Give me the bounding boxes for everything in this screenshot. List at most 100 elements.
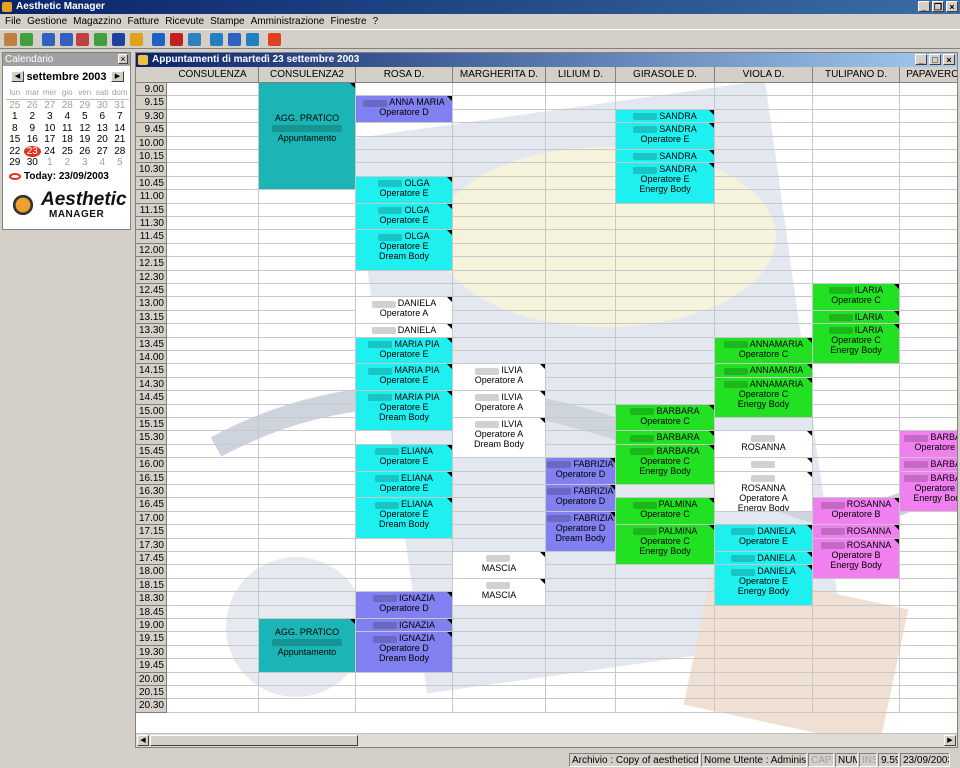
calendar-day[interactable]: 10 xyxy=(41,123,59,135)
appointment-block[interactable]: ROSANNA xyxy=(715,431,812,458)
restore-button[interactable]: ❐ xyxy=(932,1,944,12)
column-header[interactable]: TULIPANO D. xyxy=(813,67,900,83)
calendar-day[interactable]: 26 xyxy=(76,146,94,158)
appointment-block[interactable]: MASCIA xyxy=(453,578,545,605)
book-icon[interactable] xyxy=(94,33,107,46)
calendar-day[interactable]: 29 xyxy=(76,100,94,112)
calendar-day[interactable]: 25 xyxy=(6,100,24,112)
appointment-block[interactable]: ILARIA xyxy=(813,310,899,324)
calendar-close-button[interactable]: × xyxy=(118,54,128,64)
euro-icon[interactable] xyxy=(152,33,165,46)
calendar-day[interactable]: 24 xyxy=(41,146,59,158)
appointment-block[interactable]: ELIANA Operatore E xyxy=(356,471,452,498)
calendar-day[interactable]: 28 xyxy=(111,146,129,158)
scroll-right-arrow-icon[interactable]: ▶ xyxy=(944,735,956,746)
prev-month-button[interactable]: ◀ xyxy=(11,71,24,82)
calendar-day[interactable]: 30 xyxy=(24,157,42,169)
stop-icon[interactable] xyxy=(268,33,281,46)
calendar-day[interactable]: 13 xyxy=(94,123,112,135)
appointment-block[interactable]: DANIELA Operatore E Energy Body xyxy=(715,565,812,605)
appointment-block[interactable]: ILARIA Operatore C Energy Body xyxy=(813,324,899,364)
child-maximize-button[interactable]: □ xyxy=(929,54,941,65)
appointment-block[interactable]: ILVIA Operatore A xyxy=(453,364,545,391)
calendar-day[interactable]: 1 xyxy=(41,157,59,169)
appointment-block[interactable]: BARBARA Operatore C xyxy=(616,404,714,431)
menu-ricevute[interactable]: Ricevute xyxy=(164,16,205,27)
appointment-block[interactable]: BARBARAOperatore B xyxy=(900,431,957,458)
calendar-day[interactable]: 2 xyxy=(24,111,42,123)
calendar-day[interactable]: 27 xyxy=(94,146,112,158)
calendar-day[interactable]: 20 xyxy=(94,134,112,146)
people2-icon[interactable] xyxy=(20,33,33,46)
appointment-block[interactable]: ROSANNA xyxy=(813,525,899,538)
calendar-day[interactable]: 29 xyxy=(6,157,24,169)
appointment-block[interactable]: AGG. PRATICO Appuntamento xyxy=(259,619,355,672)
appointment-block[interactable]: BARBARAOperatore BEnergy Body xyxy=(900,471,957,511)
appointment-block[interactable]: OLGA Operatore E Dream Body xyxy=(356,230,452,270)
calendar-day[interactable]: 12 xyxy=(76,123,94,135)
appointment-block[interactable]: MARIA PIA Operatore E xyxy=(356,364,452,391)
menu-stampe[interactable]: Stampe xyxy=(209,16,245,27)
appointment-block[interactable]: ANNAMARIA Operatore C xyxy=(715,337,812,364)
calendar-day[interactable]: 23 xyxy=(23,145,41,157)
appointment-block[interactable]: DANIELA xyxy=(356,324,452,337)
calendar-day[interactable]: 16 xyxy=(24,134,42,146)
column-header[interactable]: ROSA D. xyxy=(356,67,453,83)
appointment-block[interactable]: SANDRA Operatore E Energy Body xyxy=(616,163,714,203)
clock-icon[interactable] xyxy=(188,33,201,46)
menu-magazzino[interactable]: Magazzino xyxy=(72,16,122,27)
calendar-today[interactable]: Today: 23/09/2003 xyxy=(9,171,130,182)
appointment-block[interactable]: IGNAZIA Operatore D Dream Body xyxy=(356,632,452,672)
appointment-block[interactable]: BARBARA xyxy=(900,458,957,471)
calendar-day[interactable]: 8 xyxy=(6,123,24,135)
appointment-block[interactable]: ANNAMARIA Operatore C Energy Body xyxy=(715,377,812,417)
appointment-block[interactable]: ROSANNA Operatore A Energy Body xyxy=(715,471,812,511)
calendar-day[interactable]: 9 xyxy=(24,123,42,135)
appointment-block[interactable]: MARIA PIA Operatore E Dream Body xyxy=(356,391,452,431)
appointment-block[interactable]: ILVIA Operatore A xyxy=(453,391,545,417)
bottle-icon[interactable] xyxy=(42,33,55,46)
appointment-block[interactable]: MASCIA xyxy=(453,552,545,578)
appointment-block[interactable]: ILVIA Operatore A Dream Body xyxy=(453,418,545,458)
appointment-block[interactable]: SANDRA Operatore E xyxy=(616,123,714,149)
calendar-day[interactable]: 21 xyxy=(111,134,129,146)
scroll-thumb[interactable] xyxy=(150,735,358,746)
appointment-block[interactable]: AGG. PRATICO Appuntamento xyxy=(259,83,355,190)
up-arrow-icon[interactable] xyxy=(130,33,143,46)
minimize-button[interactable]: _ xyxy=(918,1,930,12)
calendar-day[interactable]: 19 xyxy=(76,134,94,146)
calendar-day[interactable]: 14 xyxy=(111,123,129,135)
calendar-day[interactable]: 3 xyxy=(76,157,94,169)
appointment-block[interactable]: ANNA MARIA Operatore D xyxy=(356,96,452,123)
appointment-block[interactable]: ANNAMARIA xyxy=(715,364,812,377)
menu-amministrazione[interactable]: Amministrazione xyxy=(250,16,326,27)
appointment-block[interactable]: ILARIA Operatore C xyxy=(813,284,899,310)
appointment-block[interactable]: PALMINA Operatore C xyxy=(616,498,714,525)
menu-[interactable]: ? xyxy=(372,16,380,27)
calendar-day[interactable]: 30 xyxy=(94,100,112,112)
calculator-icon[interactable] xyxy=(228,33,241,46)
calendar-day[interactable]: 15 xyxy=(6,134,24,146)
appointment-block[interactable]: DANIELA xyxy=(715,552,812,565)
appointment-block[interactable]: PALMINA Operatore C Energy Body xyxy=(616,525,714,565)
calendar-day[interactable]: 18 xyxy=(59,134,77,146)
horizontal-scrollbar[interactable]: ◀ ▶ xyxy=(136,733,957,747)
column-header[interactable]: GIRASOLE D. xyxy=(616,67,715,83)
chart-icon[interactable] xyxy=(246,33,259,46)
calendar-day[interactable]: 5 xyxy=(111,157,129,169)
calendar-day[interactable]: 7 xyxy=(111,111,129,123)
appointment-block[interactable]: FABRIZIA Operatore D Dream Body xyxy=(546,511,615,551)
appointment-block[interactable]: DANIELA Operatore A xyxy=(356,297,452,324)
menu-file[interactable]: File xyxy=(4,16,22,27)
menu-fatture[interactable]: Fatture xyxy=(127,16,161,27)
close-button[interactable]: × xyxy=(946,1,958,12)
column-header[interactable]: PAPAVERO D. xyxy=(900,67,957,83)
column-header[interactable]: CONSULENZA2 xyxy=(259,67,356,83)
appointment-block[interactable]: FABRIZIA Operatore D xyxy=(546,458,615,484)
appointment-block[interactable]: ELIANA Operatore E Dream Body xyxy=(356,498,452,538)
appointment-block[interactable]: SANDRA xyxy=(616,109,714,123)
calendar-day[interactable]: 11 xyxy=(59,123,77,135)
appointment-block[interactable]: DANIELA Operatore E xyxy=(715,525,812,551)
appointment-block[interactable]: OLGA Operatore E xyxy=(356,203,452,230)
appointment-block[interactable]: ELIANA Operatore E xyxy=(356,444,452,471)
